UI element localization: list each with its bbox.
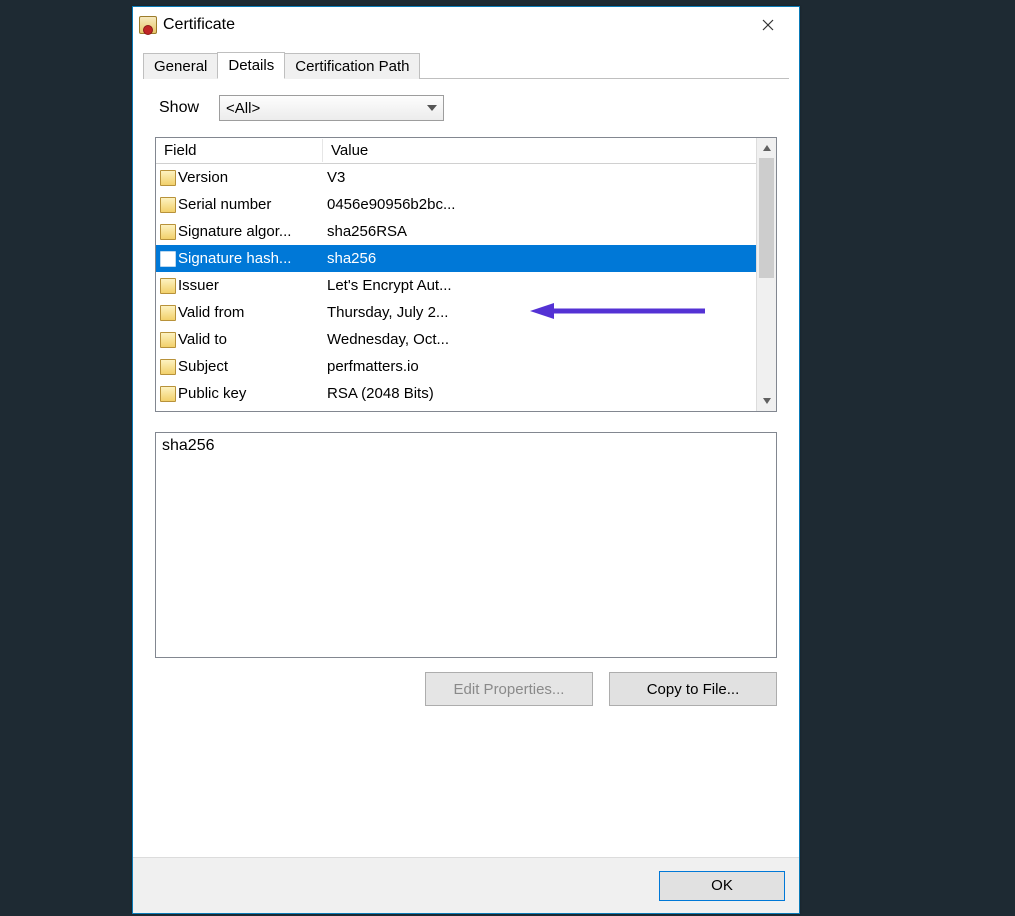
button-row: Edit Properties... Copy to File... <box>143 672 789 712</box>
table-row[interactable]: Public key RSA (2048 Bits) <box>156 380 756 407</box>
listview-body: VersionV3Serial number0456e90956b2bc...S… <box>156 164 756 411</box>
field-value: V3 <box>323 169 756 186</box>
fields-listview[interactable]: Field Value Version V3 Serial number 0456e9… <box>155 137 777 412</box>
property-icon <box>160 305 176 321</box>
field-name: Signature algor... <box>178 223 291 240</box>
chevron-down-icon <box>427 105 437 111</box>
ok-button[interactable]: OK <box>659 871 785 901</box>
table-row[interactable]: Version V3 <box>156 164 756 191</box>
column-header-field[interactable]: Field <box>156 139 323 162</box>
table-row[interactable]: Issuer Let's Encrypt Aut... <box>156 272 756 299</box>
table-row[interactable]: Valid to Wednesday, Oct... <box>156 326 756 353</box>
field-name: Valid to <box>178 331 227 348</box>
listview-header: Field Value <box>156 138 776 164</box>
property-icon <box>160 359 176 375</box>
client-area: General Details Certification Path Show … <box>133 43 799 857</box>
scroll-thumb[interactable] <box>759 158 774 278</box>
field-name: Issuer <box>178 277 219 294</box>
field-name: Valid from <box>178 304 244 321</box>
field-value: Let's Encrypt Aut... <box>323 277 756 294</box>
detail-textbox[interactable]: sha256 <box>155 432 777 658</box>
property-icon <box>160 170 176 186</box>
field-name: Subject <box>178 358 228 375</box>
scroll-up-icon[interactable] <box>757 138 776 158</box>
field-value: RSA (2048 Bits) <box>323 385 756 402</box>
table-row[interactable]: Signature algor... sha256RSA <box>156 218 756 245</box>
edit-properties-button: Edit Properties... <box>425 672 593 706</box>
table-row[interactable]: Subject perfmatters.io <box>156 353 756 380</box>
table-row[interactable]: Signature hash... sha256 <box>156 245 756 272</box>
field-value: sha256RSA <box>323 223 756 240</box>
tab-certification-path[interactable]: Certification Path <box>284 53 420 79</box>
tab-strip: General Details Certification Path <box>143 51 789 79</box>
certificate-icon <box>139 16 157 34</box>
window-title: Certificate <box>163 16 235 34</box>
property-icon <box>160 224 176 240</box>
field-name: Serial number <box>178 196 271 213</box>
details-panel: Show <All> Field Value Version V3 Serial n… <box>143 91 789 851</box>
copy-to-file-button[interactable]: Copy to File... <box>609 672 777 706</box>
property-icon <box>160 251 176 267</box>
property-icon <box>160 332 176 348</box>
table-row[interactable]: Valid from Thursday, July 2... <box>156 299 756 326</box>
field-value: perfmatters.io <box>323 358 756 375</box>
column-header-value[interactable]: Value <box>323 139 776 162</box>
dialog-footer: OK <box>133 857 799 913</box>
field-value: 0456e90956b2bc... <box>323 196 756 213</box>
listview-scrollbar[interactable] <box>756 138 776 411</box>
scroll-down-icon[interactable] <box>757 391 776 411</box>
tab-general[interactable]: General <box>143 53 218 79</box>
table-row[interactable]: Serial number 0456e90956b2bc... <box>156 191 756 218</box>
field-value: Thursday, July 2... <box>323 304 756 321</box>
show-row: Show <All> <box>143 91 789 137</box>
property-icon <box>160 386 176 402</box>
field-name: Signature hash... <box>178 250 291 267</box>
show-dropdown-value: <All> <box>226 100 260 117</box>
certificate-dialog: Certificate General Details Certificatio… <box>132 6 800 914</box>
titlebar: Certificate <box>133 7 799 43</box>
close-icon <box>762 19 774 31</box>
property-icon <box>160 197 176 213</box>
field-name: Public key <box>178 385 246 402</box>
field-name: Version <box>178 169 228 186</box>
tab-details[interactable]: Details <box>217 52 285 79</box>
close-button[interactable] <box>745 10 791 40</box>
property-icon <box>160 278 176 294</box>
show-label: Show <box>159 99 199 117</box>
field-value: sha256 <box>323 250 756 267</box>
field-value: Wednesday, Oct... <box>323 331 756 348</box>
show-dropdown[interactable]: <All> <box>219 95 444 121</box>
